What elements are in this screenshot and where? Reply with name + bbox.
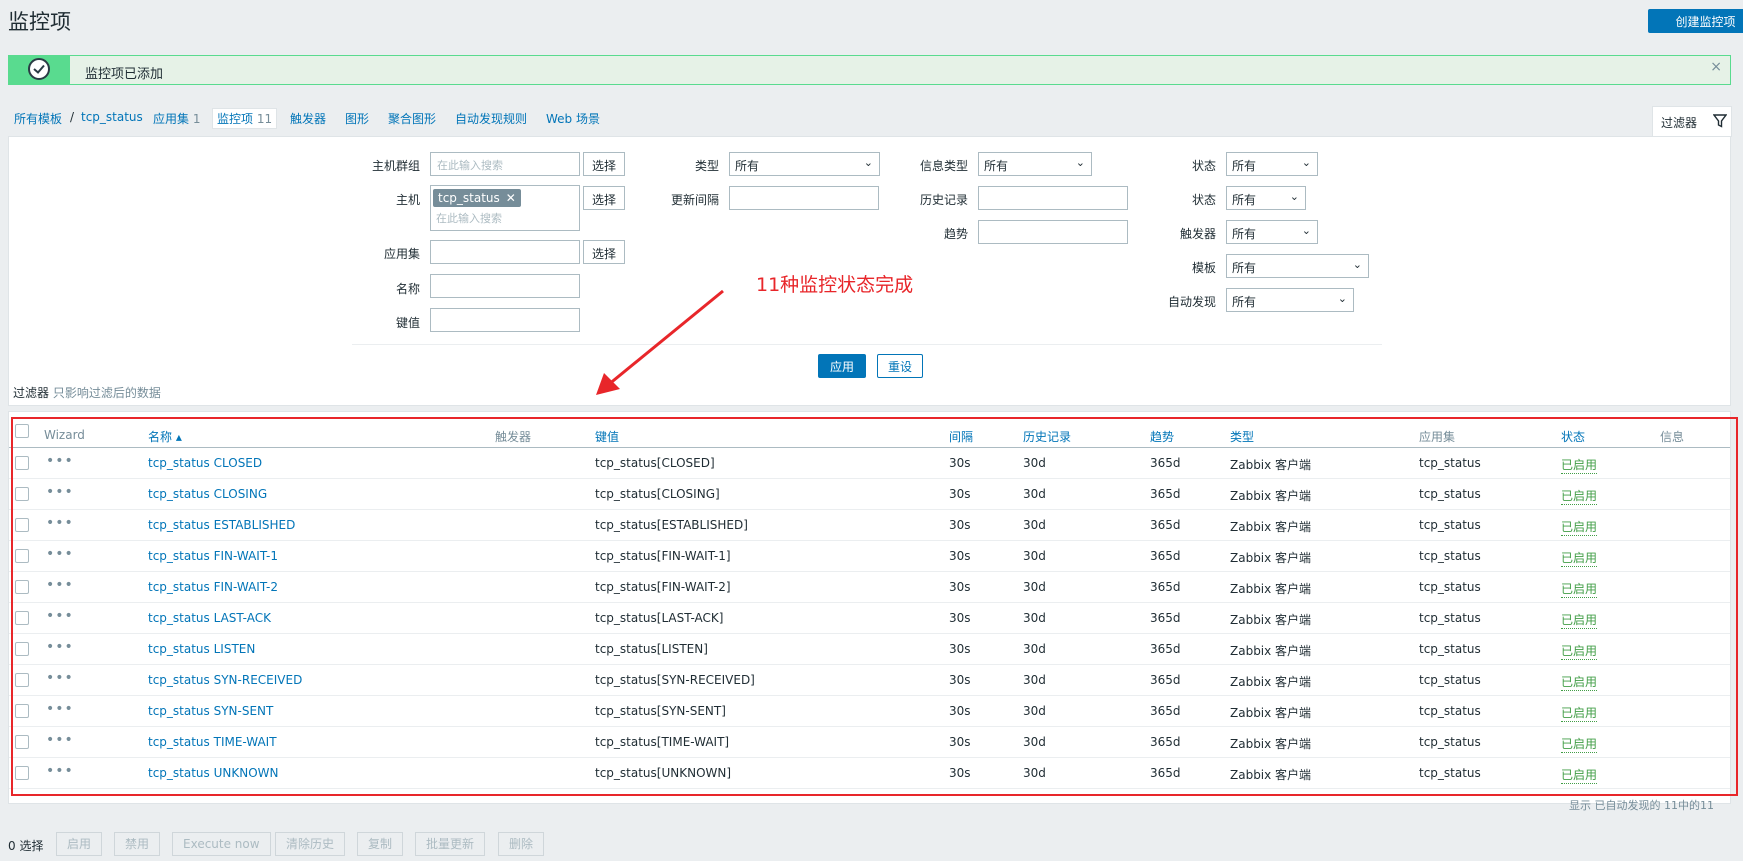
type-select-value: 所有 [735, 159, 760, 173]
message-icon-box [8, 55, 70, 85]
triggers-filter-select[interactable]: 所有 ⌄ [1226, 220, 1318, 244]
state-label: 状态 [1191, 159, 1216, 173]
disable-button[interactable]: 禁用 [114, 832, 161, 856]
history-input[interactable] [978, 186, 1128, 210]
discovered-select-value: 所有 [1232, 295, 1257, 309]
filter-divider [352, 344, 1382, 345]
filter-tab-label: 过滤器 [1661, 116, 1698, 130]
discovered-label: 自动发现 [1167, 295, 1216, 309]
annotation-arrow-icon [596, 289, 724, 395]
clear-history-button[interactable]: 清除历史 [275, 832, 346, 856]
tab-graphs[interactable]: 图形 [345, 110, 369, 127]
mass-update-button[interactable]: 批量更新 [415, 832, 486, 856]
chevron-down-icon: ⌄ [1301, 224, 1311, 237]
host-tag[interactable]: tcp_status ✕ [433, 189, 521, 207]
type-select[interactable]: 所有 ⌄ [729, 152, 880, 176]
discovered-select[interactable]: 所有 ⌄ [1226, 288, 1354, 312]
chevron-down-icon: ⌄ [1301, 156, 1311, 169]
state-select-value: 所有 [1232, 159, 1257, 173]
trends-label: 趋势 [943, 227, 968, 241]
filter-icon [1712, 114, 1728, 131]
chevron-down-icon: ⌄ [1075, 156, 1085, 169]
tab-items-label: 监控项 [217, 112, 254, 126]
close-icon[interactable]: × [1710, 59, 1722, 75]
apply-button[interactable]: 应用 [818, 354, 866, 378]
tab-web[interactable]: Web 场景 [546, 110, 600, 127]
copy-button[interactable]: 复制 [357, 832, 404, 856]
state-select[interactable]: 所有 ⌄ [1226, 152, 1318, 176]
page-title: 监控项 [8, 10, 71, 34]
host-group-input[interactable]: 在此输入搜索 [430, 152, 580, 176]
info-type-select-value: 所有 [984, 159, 1009, 173]
tab-applications-label: 应用集 [153, 112, 190, 126]
status-select[interactable]: 所有 ⌄ [1226, 186, 1306, 210]
tab-applications-count: 1 [192, 112, 201, 126]
reset-button[interactable]: 重设 [877, 354, 923, 378]
info-type-select[interactable]: 所有 ⌄ [978, 152, 1092, 176]
create-item-button[interactable]: 创建监控项 [1648, 9, 1743, 33]
application-label: 应用集 [383, 247, 420, 261]
breadcrumb-all-templates[interactable]: 所有模板 [14, 110, 62, 127]
template-select-value: 所有 [1232, 261, 1257, 275]
type-label: 类型 [694, 159, 719, 173]
template-label: 模板 [1191, 261, 1216, 275]
filter-note-label: 过滤器 [13, 386, 50, 400]
name-input[interactable] [430, 274, 580, 298]
filter-note: 过滤器 只影响过滤后的数据 [13, 384, 161, 401]
status-label: 状态 [1191, 193, 1216, 207]
history-label: 历史记录 [919, 193, 968, 207]
message-text: 监控项已添加 [85, 67, 164, 82]
tab-items-count: 11 [256, 112, 273, 126]
annotation-highlight-box [11, 417, 1738, 796]
remove-icon[interactable]: ✕ [506, 191, 516, 205]
tab-items[interactable]: 监控项 11 [212, 108, 278, 129]
interval-label: 更新间隔 [670, 193, 719, 207]
success-message: 监控项已添加 × [8, 55, 1731, 85]
application-select-button[interactable]: 选择 [583, 240, 626, 264]
chevron-down-icon: ⌄ [1352, 258, 1362, 271]
tab-applications[interactable]: 应用集 1 [153, 110, 200, 127]
name-label: 名称 [395, 282, 420, 296]
interval-input[interactable] [729, 186, 879, 210]
annotation-text: 11种监控状态完成 [756, 274, 914, 296]
key-label: 键值 [395, 316, 420, 330]
host-group-label: 主机群组 [371, 159, 420, 173]
host-multiselect[interactable]: tcp_status ✕ 在此输入搜索 [430, 185, 580, 231]
template-select[interactable]: 所有 ⌄ [1226, 254, 1369, 278]
host-input-placeholder: 在此输入搜索 [436, 212, 502, 225]
triggers-filter-select-value: 所有 [1232, 227, 1257, 241]
trends-input[interactable] [978, 220, 1128, 244]
chevron-down-icon: ⌄ [1337, 292, 1347, 305]
tab-discovery[interactable]: 自动发现规则 [455, 110, 527, 127]
host-label: 主机 [395, 193, 420, 207]
tab-triggers[interactable]: 触发器 [290, 110, 326, 127]
host-tag-label: tcp_status [438, 191, 500, 205]
triggers-filter-label: 触发器 [1179, 227, 1216, 241]
breadcrumb-template[interactable]: tcp_status [81, 110, 143, 124]
execute-now-button[interactable]: Execute now [172, 832, 271, 856]
enable-button[interactable]: 启用 [56, 832, 103, 856]
key-input[interactable] [430, 308, 580, 332]
tab-screens[interactable]: 聚合图形 [388, 110, 436, 127]
breadcrumb: 所有模板 / tcp_status 应用集 1 监控项 11 触发器 图形 聚合… [8, 108, 708, 130]
breadcrumb-separator: / [70, 110, 75, 124]
filter-note-sub: 只影响过滤后的数据 [52, 386, 161, 400]
table-stats: 显示 已自动发现的 11中的11 [1569, 799, 1714, 812]
application-input[interactable] [430, 240, 580, 264]
status-select-value: 所有 [1232, 193, 1257, 207]
filter-tab[interactable]: 过滤器 [1652, 106, 1732, 137]
delete-button[interactable]: 删除 [498, 832, 545, 856]
chevron-down-icon: ⌄ [1289, 190, 1299, 203]
selected-count: 0 选择 [8, 839, 44, 853]
check-circle-icon [28, 58, 50, 80]
info-type-label: 信息类型 [919, 159, 968, 173]
